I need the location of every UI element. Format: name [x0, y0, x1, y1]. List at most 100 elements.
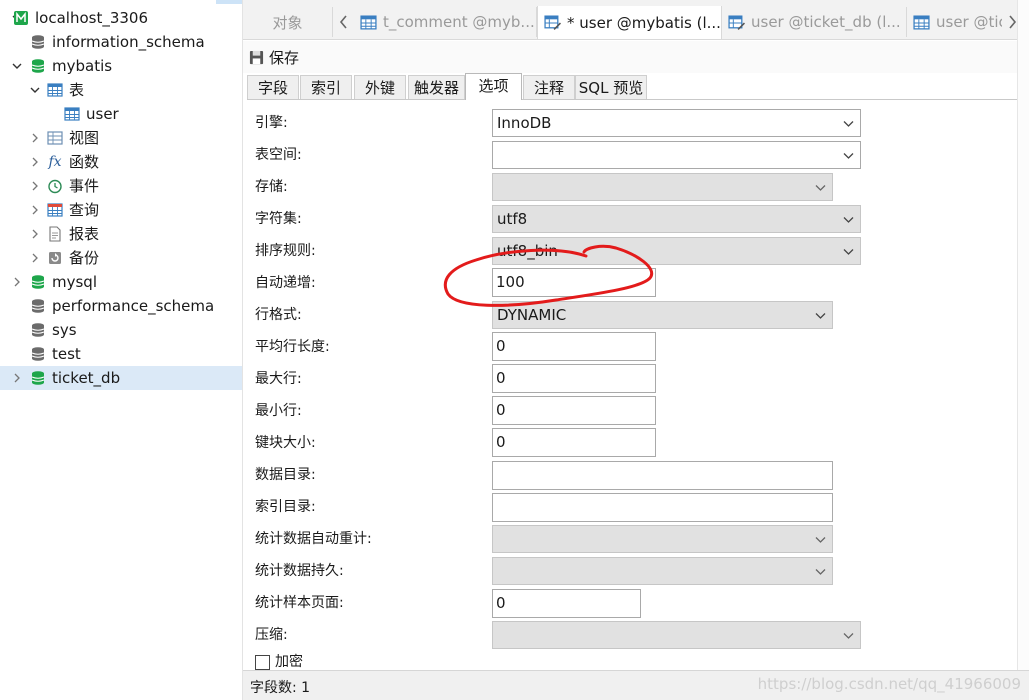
chevron-right-icon[interactable] [29, 180, 41, 192]
tree-folder-queries[interactable]: 查询 [0, 198, 242, 222]
save-button[interactable]: 保存 [249, 46, 299, 68]
data-directory-input[interactable] [492, 461, 833, 490]
tab-objects[interactable]: 对象 [243, 7, 333, 37]
tree-db-mybatis[interactable]: mybatis [0, 54, 242, 78]
key-block-size-input[interactable]: 0 [492, 428, 656, 457]
min-rows-input[interactable]: 0 [492, 396, 656, 425]
tree-label: test [52, 345, 81, 363]
tree-folder-views[interactable]: 视图 [0, 126, 242, 150]
chevron-right-icon[interactable] [29, 156, 41, 168]
database-open-icon [30, 58, 46, 74]
tree-label: localhost_3306 [35, 9, 149, 27]
database-icon [30, 346, 46, 362]
tab-user-tic[interactable]: user @tic [907, 7, 1002, 37]
tab-label: t_comment @myb... [383, 13, 535, 31]
chevron-down-icon[interactable] [11, 60, 23, 72]
table-design-icon [544, 15, 561, 30]
form-scroll-track[interactable] [1017, 0, 1029, 670]
chevron-down-icon[interactable] [29, 84, 41, 96]
tree-label: performance_schema [52, 297, 215, 315]
tab-scroll-left-button[interactable] [335, 7, 352, 37]
tree-table-user[interactable]: user [0, 102, 242, 126]
database-open-icon [30, 370, 46, 386]
toolbar: 保存 [243, 41, 1029, 73]
row-format-select[interactable]: DYNAMIC [492, 301, 833, 329]
table-icon [360, 14, 377, 30]
tree-db-mysql[interactable]: mysql [0, 270, 242, 294]
editor-tab-bar: 对象 t_comment @myb... * user @mybatis (l.… [243, 0, 1029, 40]
tab-user-mybatis[interactable]: * user @mybatis (l... [537, 6, 722, 39]
view-icon [47, 130, 63, 146]
key-block-size-label: 键块大小: [255, 435, 316, 451]
storage-label: 存储: [255, 179, 288, 195]
tablespace-select[interactable] [492, 141, 861, 169]
tree-db-ticket-db[interactable]: ticket_db [0, 366, 242, 390]
chevron-right-icon[interactable] [29, 228, 41, 240]
tablespace-label: 表空间: [255, 147, 302, 163]
chevron-down-icon [815, 537, 826, 543]
floppy-disk-icon [249, 50, 264, 64]
tree-connection-localhost[interactable]: localhost_3306 [0, 6, 242, 30]
subtab-sql-preview[interactable]: SQL 预览 [575, 75, 647, 99]
table-options-form: 引擎: InnoDB 表空间: 存储: 字符集: utf8 排序规则: utf8… [247, 101, 1029, 670]
mysql-connection-icon [13, 10, 29, 26]
collation-select[interactable]: utf8_bin [492, 237, 861, 265]
avg-row-length-input[interactable]: 0 [492, 332, 656, 361]
table-icon [47, 82, 63, 98]
tree-folder-tables[interactable]: 表 [0, 78, 242, 102]
tree-db-information-schema[interactable]: information_schema [0, 30, 242, 54]
tree-label: 视图 [69, 129, 100, 147]
database-icon [30, 298, 46, 314]
tree-folder-backups[interactable]: 备份 [0, 246, 242, 270]
index-directory-label: 索引目录: [255, 499, 316, 515]
chevron-right-icon[interactable] [11, 372, 23, 384]
stats-auto-recalc-select[interactable] [492, 525, 833, 553]
index-directory-input[interactable] [492, 493, 833, 522]
charset-select[interactable]: utf8 [492, 205, 861, 233]
collation-value: utf8_bin [497, 242, 558, 260]
tree-db-performance-schema[interactable]: performance_schema [0, 294, 242, 318]
compression-select[interactable] [492, 621, 861, 649]
tree-label: 报表 [69, 225, 100, 243]
tree-folder-events[interactable]: 事件 [0, 174, 242, 198]
tab-t-comment[interactable]: t_comment @myb... [354, 7, 537, 37]
tab-user-ticket-db[interactable]: user @ticket_db (l... [722, 7, 907, 37]
max-rows-label: 最大行: [255, 371, 302, 387]
subtab-indexes[interactable]: 索引 [300, 75, 352, 99]
engine-select[interactable]: InnoDB [492, 109, 861, 137]
stats-auto-recalc-label: 统计数据自动重计: [255, 531, 372, 547]
chevron-right-icon[interactable] [29, 204, 41, 216]
tree-db-sys[interactable]: sys [0, 318, 242, 342]
data-directory-label: 数据目录: [255, 467, 316, 483]
navigation-tree: localhost_3306 information_schema mybati… [0, 0, 243, 700]
row-format-value: DYNAMIC [497, 306, 567, 324]
encryption-checkbox[interactable] [255, 655, 270, 670]
subtab-fields[interactable]: 字段 [247, 75, 299, 99]
tree-folder-reports[interactable]: 报表 [0, 222, 242, 246]
subtab-foreign-keys[interactable]: 外键 [354, 75, 406, 99]
table-icon [913, 14, 930, 30]
tree-label: mybatis [52, 57, 113, 75]
tree-db-test[interactable]: test [0, 342, 242, 366]
tree-folder-functions[interactable]: fx 函数 [0, 150, 242, 174]
chevron-down-icon [843, 217, 854, 223]
chevron-right-icon [1008, 15, 1016, 29]
storage-select[interactable] [492, 173, 833, 201]
auto-increment-input[interactable]: 100 [492, 268, 656, 297]
chevron-right-icon[interactable] [29, 252, 41, 264]
tab-label: 对象 [272, 13, 303, 32]
stats-persistent-select[interactable] [492, 557, 833, 585]
chevron-left-icon [339, 15, 347, 29]
scroll-indicator [216, 0, 242, 4]
subtab-comments[interactable]: 注释 [523, 75, 575, 99]
chevron-right-icon[interactable] [11, 276, 23, 288]
tree-label: 表 [69, 81, 85, 99]
subtab-triggers[interactable]: 触发器 [408, 75, 465, 99]
backup-icon [47, 250, 63, 266]
subtab-options[interactable]: 选项 [465, 73, 522, 100]
tab-label: user @ticket_db (l... [751, 13, 901, 31]
stats-sample-pages-input[interactable]: 0 [492, 589, 641, 618]
max-rows-input[interactable]: 0 [492, 364, 656, 393]
chevron-right-icon[interactable] [29, 132, 41, 144]
tree-label: ticket_db [52, 369, 121, 387]
